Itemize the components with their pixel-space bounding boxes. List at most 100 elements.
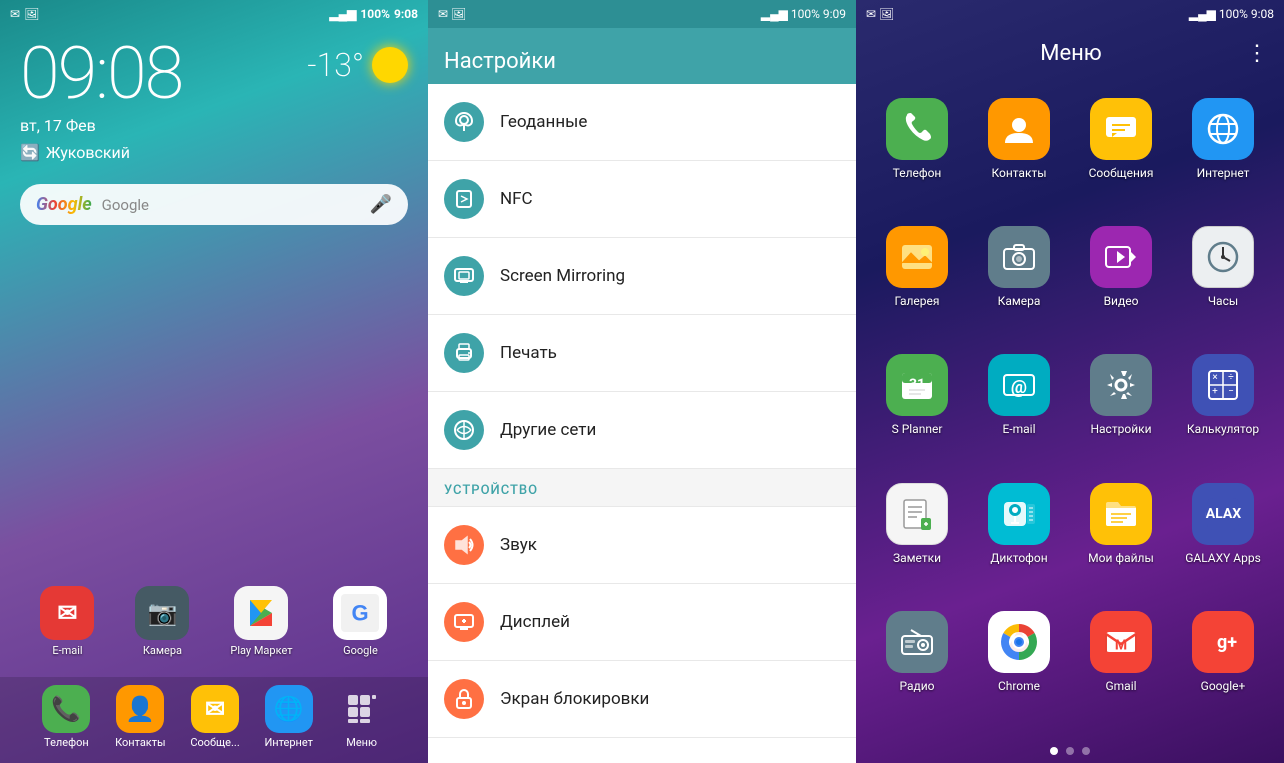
app-icon-chrome bbox=[988, 611, 1050, 673]
google-logo: Google bbox=[36, 194, 92, 215]
app-item-contacts[interactable]: Контакты bbox=[968, 88, 1070, 216]
app-item-gallery[interactable]: Галерея bbox=[866, 216, 968, 344]
email-icon: ✉ bbox=[40, 586, 94, 640]
app-item-browser[interactable]: Интернет bbox=[1172, 88, 1274, 216]
screen-mirroring-icon bbox=[444, 256, 484, 296]
dock-item-google[interactable]: G Google bbox=[333, 586, 387, 657]
time-display: 9:08 bbox=[394, 7, 418, 21]
messages-nav-icon: ✉ bbox=[191, 685, 239, 733]
dock-item-email[interactable]: ✉ E-mail bbox=[40, 586, 94, 657]
nav-phone[interactable]: 📞 Телефон bbox=[42, 685, 90, 749]
lockscreen-label: Экран блокировки bbox=[500, 689, 649, 709]
app-label-radio: Радио bbox=[899, 679, 934, 695]
app-icon-gallery bbox=[886, 226, 948, 288]
settings-item-screen-mirroring[interactable]: Screen Mirroring bbox=[428, 238, 856, 315]
other-networks-icon bbox=[444, 410, 484, 450]
page-dot-1 bbox=[1050, 747, 1058, 755]
menu-nav-label: Меню bbox=[346, 736, 377, 749]
app-label-myfiles: Мои файлы bbox=[1088, 551, 1154, 567]
app-item-settings[interactable]: Настройки bbox=[1070, 344, 1172, 472]
status-bar-right: ▂▄▆ 100% 9:08 bbox=[329, 7, 418, 21]
app-icon-calculator: × ÷ + − bbox=[1192, 354, 1254, 416]
app-label-galaxy-apps: GALAXY Apps bbox=[1185, 551, 1261, 567]
app-label-clock: Часы bbox=[1208, 294, 1238, 310]
settings-item-other-networks[interactable]: Другие сети bbox=[428, 392, 856, 469]
google-search-bar[interactable]: Google Google 🎤 bbox=[20, 184, 408, 225]
app-icon-splanner: 31 bbox=[886, 354, 948, 416]
svg-text:÷: ÷ bbox=[1228, 372, 1234, 383]
app-icon-video bbox=[1090, 226, 1152, 288]
browser-nav-label: Интернет bbox=[264, 736, 312, 749]
svg-text:g+: g+ bbox=[1217, 632, 1237, 653]
app-item-messages[interactable]: Сообщения bbox=[1070, 88, 1172, 216]
print-label: Печать bbox=[500, 343, 557, 363]
settings-item-nfc[interactable]: NFC bbox=[428, 161, 856, 238]
app-item-radio[interactable]: Радио bbox=[866, 601, 968, 729]
search-input[interactable]: Google bbox=[102, 196, 360, 214]
sound-label: Звук bbox=[500, 535, 537, 555]
app-label-video: Видео bbox=[1104, 294, 1139, 310]
nav-browser[interactable]: 🌐 Интернет bbox=[264, 685, 312, 749]
app-item-chrome[interactable]: Chrome bbox=[968, 601, 1070, 729]
svg-text:−: − bbox=[1228, 386, 1234, 397]
geodata-icon bbox=[444, 102, 484, 142]
settings-item-lockscreen[interactable]: Экран блокировки bbox=[428, 661, 856, 738]
nav-contacts[interactable]: 👤 Контакты bbox=[115, 685, 166, 749]
app-label-contacts: Контакты bbox=[991, 166, 1046, 182]
app-label-browser: Интернет bbox=[1197, 166, 1250, 182]
settings-item-geodata[interactable]: Геоданные bbox=[428, 84, 856, 161]
app-item-galaxy-apps[interactable]: GALAXY GALAXY Apps bbox=[1172, 473, 1274, 601]
app-label-messages: Сообщения bbox=[1089, 166, 1154, 182]
dock-item-camera[interactable]: 📷 Камера bbox=[135, 586, 189, 657]
menu-overflow-icon[interactable]: ⋮ bbox=[1246, 41, 1268, 66]
app-item-myfiles[interactable]: Мои файлы bbox=[1070, 473, 1172, 601]
app-item-notes[interactable]: Заметки bbox=[866, 473, 968, 601]
location-icon: 🔄 bbox=[20, 143, 40, 162]
app-item-email[interactable]: @ E-mail bbox=[968, 344, 1070, 472]
status-bar-home: ✉ 🖼 ▂▄▆ 100% 9:08 bbox=[0, 0, 428, 28]
app-item-splanner[interactable]: 31 S Planner bbox=[866, 344, 968, 472]
section-device-header: УСТРОЙСТВО bbox=[428, 469, 856, 507]
menu-title: Меню bbox=[896, 41, 1246, 66]
signal-settings: ▂▄▆ bbox=[761, 7, 791, 21]
app-icon-clock bbox=[1192, 226, 1254, 288]
svg-text:×: × bbox=[1212, 372, 1217, 383]
nav-menu[interactable]: Меню bbox=[338, 685, 386, 749]
svg-text:M: M bbox=[1115, 638, 1127, 654]
nav-messages[interactable]: ✉ Сообще... bbox=[190, 685, 239, 749]
app-label-gmail: Gmail bbox=[1105, 679, 1136, 695]
microphone-icon[interactable]: 🎤 bbox=[370, 194, 392, 215]
app-item-video[interactable]: Видео bbox=[1070, 216, 1172, 344]
app-label-camera: Камера bbox=[998, 294, 1041, 310]
menu-header: Меню ⋮ bbox=[856, 28, 1284, 78]
nfc-label: NFC bbox=[500, 189, 533, 209]
app-item-clock[interactable]: Часы bbox=[1172, 216, 1274, 344]
menu-status-left: ✉ 🖼 bbox=[866, 7, 894, 21]
app-icon-dictaphone bbox=[988, 483, 1050, 545]
notification-icon: ✉ bbox=[10, 7, 20, 21]
app-icon-settings bbox=[1090, 354, 1152, 416]
app-item-dictaphone[interactable]: Диктофон bbox=[968, 473, 1070, 601]
messages-nav-label: Сообще... bbox=[190, 736, 239, 749]
app-item-calculator[interactable]: × ÷ + − Калькулятор bbox=[1172, 344, 1274, 472]
app-label-phone: Телефон bbox=[893, 166, 942, 182]
menu-status-right: ▂▄▆ 100% 9:08 bbox=[1189, 7, 1274, 21]
settings-item-sound[interactable]: Звук bbox=[428, 507, 856, 584]
app-item-camera[interactable]: Камера bbox=[968, 216, 1070, 344]
app-label-chrome: Chrome bbox=[998, 679, 1040, 695]
app-item-googleplus[interactable]: g+ Google+ bbox=[1172, 601, 1274, 729]
email-label: E-mail bbox=[52, 644, 82, 657]
screen-mirroring-label: Screen Mirroring bbox=[500, 266, 625, 286]
phone-nav-icon: 📞 bbox=[42, 685, 90, 733]
page-dot-2 bbox=[1066, 747, 1074, 755]
date-display: вт, 17 Фев bbox=[0, 110, 428, 141]
settings-item-display[interactable]: Дисплей bbox=[428, 584, 856, 661]
app-item-phone[interactable]: Телефон bbox=[866, 88, 968, 216]
menu-signal: ▂▄▆ bbox=[1189, 7, 1219, 21]
app-icon-email: @ bbox=[988, 354, 1050, 416]
google-app-label: Google bbox=[343, 644, 378, 657]
app-item-gmail[interactable]: M Gmail bbox=[1070, 601, 1172, 729]
svg-text:@: @ bbox=[1011, 377, 1027, 398]
settings-item-print[interactable]: Печать bbox=[428, 315, 856, 392]
dock-item-playmarket[interactable]: Play Маркет bbox=[230, 586, 292, 657]
